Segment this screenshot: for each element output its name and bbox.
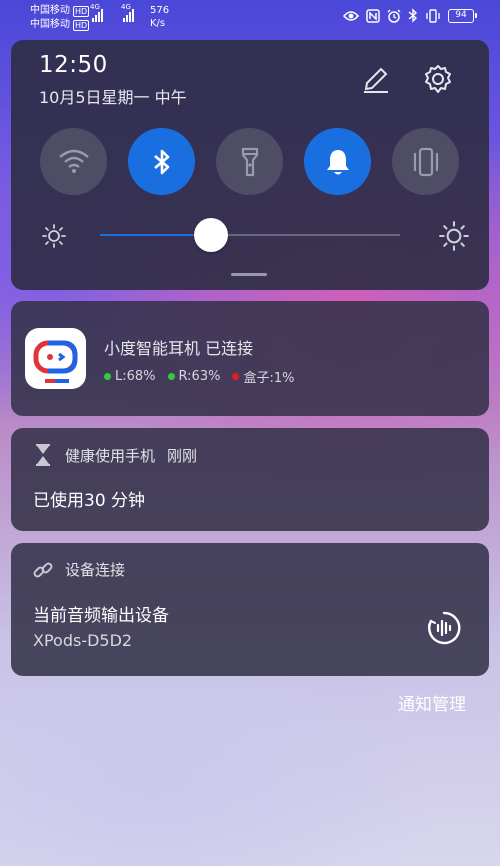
toggle-row [40, 128, 459, 195]
flashlight-toggle[interactable] [216, 128, 283, 195]
case-status-dot [232, 373, 240, 380]
right-level: R:63% [178, 369, 221, 384]
brightness-low-icon [42, 224, 66, 248]
brightness-track[interactable] [100, 218, 400, 252]
right-status-dot [167, 373, 175, 380]
vibrate-toggle[interactable] [392, 128, 459, 195]
bell-icon [326, 149, 349, 174]
audio-output-icon[interactable] [427, 611, 461, 645]
hd-badge: HD [73, 5, 90, 17]
left-level: L:68% [115, 369, 156, 384]
speed-value: 576 [150, 5, 170, 16]
drag-handle[interactable] [231, 273, 267, 276]
vibrate-icon [413, 147, 438, 176]
health-notification[interactable]: 健康使用手机 刚刚 已使用30 分钟 [11, 428, 489, 531]
signal-icon: 4G [90, 3, 103, 22]
bluetooth-toggle[interactable] [128, 128, 195, 195]
earbuds-title: 小度智能耳机 已连接 [104, 339, 254, 358]
hd-badge: HD [73, 19, 90, 31]
usage-text: 已使用30 分钟 [33, 491, 146, 511]
gear-icon [425, 65, 451, 93]
case-level: 盒子:1% [243, 371, 295, 386]
flashlight-icon [241, 147, 258, 176]
app-logo-icon [33, 340, 78, 383]
link-icon [33, 562, 53, 577]
earbuds-notification[interactable]: 小度智能耳机 已连接 L:68% R:63% 盒子:1% [11, 301, 489, 416]
sound-toggle[interactable] [304, 128, 371, 195]
alarm-icon [387, 9, 401, 23]
nfc-icon [366, 8, 380, 23]
status-bar: 中国移动 HD 中国移动 HD 4G 4G 576 K/s 94 [0, 0, 500, 34]
clock-date: 10月5日星期一 中午 [39, 88, 187, 107]
app-name: 健康使用手机 [65, 446, 156, 465]
carrier-1: 中国移动 [30, 5, 70, 16]
earbuds-app-icon [25, 328, 86, 389]
wifi-icon [58, 149, 89, 173]
carrier-info: 中国移动 HD 中国移动 HD [30, 4, 90, 32]
settings-button[interactable] [421, 62, 455, 96]
app-name: 设备连接 [65, 561, 126, 579]
brightness-slider[interactable] [41, 218, 469, 252]
network-speed: 576 K/s [150, 4, 169, 30]
device-title: 当前音频输出设备 [33, 606, 169, 626]
left-status-dot [104, 373, 111, 380]
signal-icon: 4G [121, 3, 134, 22]
notification-header: 设备连接 [33, 559, 125, 580]
pencil-icon [364, 67, 388, 93]
quick-settings-panel: 12:50 10月5日星期一 中午 [11, 40, 489, 290]
brightness-knob[interactable] [194, 218, 228, 252]
device-notification[interactable]: 设备连接 当前音频输出设备 XPods-D5D2 [11, 543, 489, 676]
notification-time: 刚刚 [167, 446, 198, 465]
device-name: XPods-D5D2 [33, 631, 133, 650]
signal-icons: 4G 4G [90, 3, 134, 22]
system-icons: 94 [343, 8, 477, 23]
carrier-2: 中国移动 [30, 19, 70, 30]
bluetooth-icon [408, 8, 418, 23]
eye-icon [343, 10, 359, 21]
battery-icon: 94 [448, 8, 477, 23]
notification-header: 健康使用手机 刚刚 [33, 444, 197, 466]
bluetooth-icon [153, 149, 169, 174]
notification-manage-link[interactable]: 通知管理 [398, 690, 466, 715]
wifi-toggle[interactable] [40, 128, 107, 195]
hourglass-icon [36, 444, 50, 466]
edit-button[interactable] [359, 62, 393, 96]
clock-time: 12:50 [39, 52, 108, 78]
brightness-high-icon [439, 221, 469, 251]
speed-unit: K/s [150, 18, 166, 29]
battery-levels: L:68% R:63% 盒子:1% [104, 367, 294, 386]
vibrate-icon [426, 8, 440, 23]
